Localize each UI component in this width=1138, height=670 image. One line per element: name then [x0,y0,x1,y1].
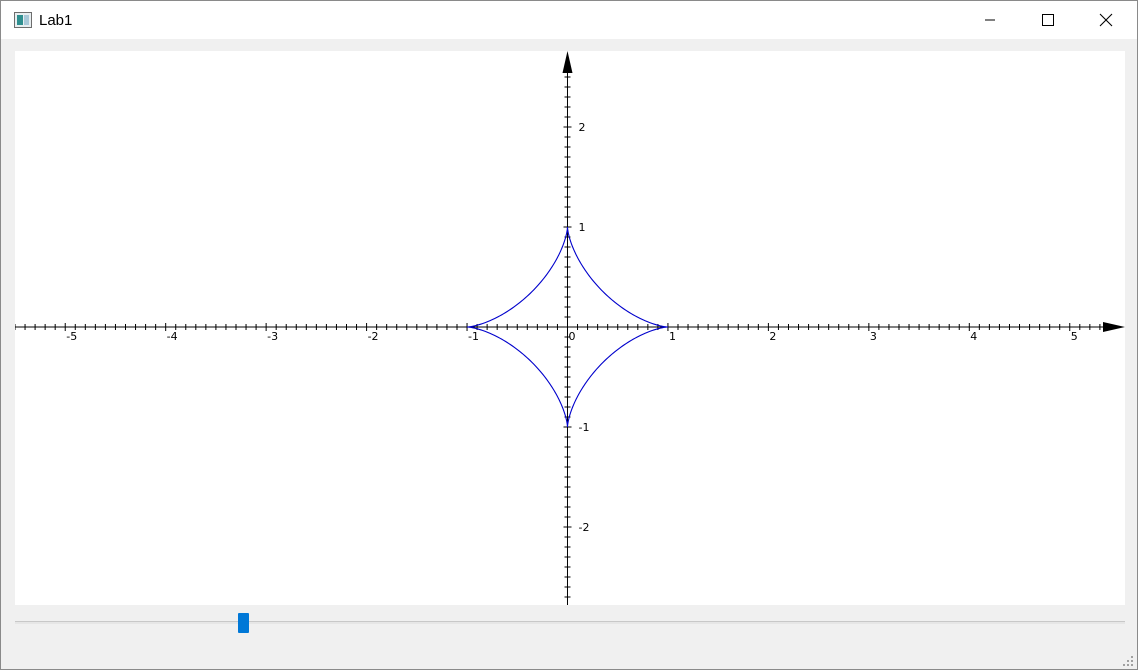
app-icon-pane-left [17,15,23,25]
x-tick-label: 5 [1071,330,1078,343]
app-icon-pane-right [24,15,29,25]
x-tick-label: 0 [568,330,575,343]
main-window: Lab1 -5 -4 -3 -2 -1 0 1 2 3 4 5 -2 -1 1 2 [0,0,1138,670]
x-tick-label: -2 [368,330,379,343]
plot-canvas[interactable]: -5 -4 -3 -2 -1 0 1 2 3 4 5 -2 -1 1 2 [15,51,1125,605]
y-tick-label: 1 [578,221,585,234]
maximize-icon [1042,14,1054,26]
x-tick-label: 3 [870,330,877,343]
minimize-icon [985,19,995,21]
minimize-button[interactable] [961,1,1019,39]
size-grip-icon[interactable] [1123,656,1135,668]
slider-track[interactable] [15,621,1125,624]
x-axis-arrow [1103,322,1125,332]
slider-handle[interactable] [238,613,250,633]
maximize-button[interactable] [1019,1,1077,39]
window-app-icon[interactable] [14,12,32,28]
x-tick-label: -3 [267,330,278,343]
x-tick-label: 1 [669,330,676,343]
x-tick-label: -5 [66,330,77,343]
window-title: Lab1 [39,12,73,29]
y-axis-arrow [562,51,573,73]
x-tick-label: 4 [970,330,977,343]
parameter-slider[interactable] [15,613,1125,633]
y-tick-label: 2 [578,121,585,134]
astroid-plot: -5 -4 -3 -2 -1 0 1 2 3 4 5 -2 -1 1 2 [15,51,1125,605]
close-button[interactable] [1077,1,1135,39]
title-bar[interactable]: Lab1 [1,1,1137,39]
x-tick-label: -4 [167,330,178,343]
close-icon [1099,13,1113,27]
y-tick-label: -1 [578,421,589,434]
y-tick-label: -2 [578,521,589,534]
x-tick-label: -1 [468,330,479,343]
x-tick-label: 2 [769,330,776,343]
